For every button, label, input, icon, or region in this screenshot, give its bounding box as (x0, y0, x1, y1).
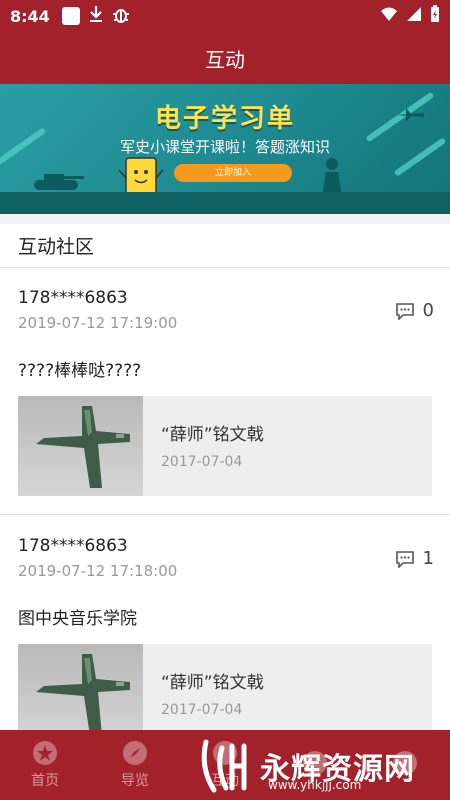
post-item[interactable]: 178****6863 2019-07-12 17:18:00 1 图中央音乐学… (0, 516, 450, 744)
watermark-url: www.yhkjjj.com (268, 778, 362, 792)
wifi-icon (380, 6, 398, 26)
comment-count-button[interactable]: 1 (395, 548, 434, 569)
learning-banner[interactable]: 电子学习单 军史小课堂开课啦！答题涨知识 立即加入 (0, 84, 450, 214)
watermark-logo-icon (201, 739, 247, 793)
post-time: 2019-07-12 17:18:00 (18, 562, 178, 580)
nav-home-label: 首页 (31, 773, 59, 789)
comment-icon (395, 302, 414, 320)
tank-icon (34, 174, 84, 190)
artifact-thumbnail (18, 396, 143, 496)
nav-guide-label: 导览 (121, 773, 149, 789)
bug-icon (112, 5, 130, 27)
halberd-image (36, 654, 130, 736)
artifact-card[interactable]: “薛师”铭文戟 2017-07-04 (18, 396, 432, 496)
page-title: 互动 (205, 47, 245, 72)
plane-icon (396, 108, 424, 122)
post-text: ????棒棒哒???? (18, 361, 142, 381)
notification-icon (61, 7, 80, 25)
banner-title: 电子学习单 (154, 104, 295, 134)
app-bar: 互动 (0, 32, 450, 84)
comment-count: 1 (422, 548, 434, 569)
post-user: 178****6863 (18, 288, 128, 308)
join-button[interactable]: 立即加入 (174, 164, 292, 182)
artifact-title: “薛师”铭文戟 (161, 673, 264, 693)
artifact-title: “薛师”铭文戟 (161, 425, 264, 445)
post-divider (0, 514, 450, 515)
comment-count-button[interactable]: 0 (395, 300, 434, 321)
section-title: 互动社区 (18, 236, 95, 258)
comment-icon (395, 550, 414, 568)
artifact-date: 2017-07-04 (161, 454, 243, 470)
comment-count: 0 (422, 300, 434, 321)
banner-ground (0, 192, 450, 214)
star-badge-icon (33, 741, 57, 765)
post-text: 图中央音乐学院 (18, 609, 137, 629)
status-bar: 8:44 (0, 0, 450, 32)
banner-subtitle: 军史小课堂开课啦！答题涨知识 (119, 138, 330, 156)
battery-icon (430, 5, 440, 27)
nav-guide[interactable]: 导览 (90, 730, 180, 800)
post-user: 178****6863 (18, 536, 128, 556)
artifact-thumbnail (18, 644, 143, 744)
section-header: 互动社区 (0, 224, 450, 268)
artifact-card[interactable]: “薛师”铭文戟 2017-07-04 (18, 644, 432, 744)
nav-home[interactable]: 首页 (0, 730, 90, 800)
watermark: 永辉资源网 www.yhkjjj.com (200, 736, 445, 796)
post-time: 2019-07-12 17:19:00 (18, 314, 178, 332)
download-icon (88, 5, 104, 27)
signal-icon (406, 6, 422, 26)
status-time: 8:44 (10, 6, 50, 26)
soldier-icon (322, 158, 342, 196)
artifact-date: 2017-07-04 (161, 702, 243, 718)
compass-icon (123, 741, 147, 765)
section-gap (0, 214, 450, 224)
halberd-image (36, 406, 130, 488)
post-item[interactable]: 178****6863 2019-07-12 17:19:00 0 ????棒棒… (0, 268, 450, 514)
